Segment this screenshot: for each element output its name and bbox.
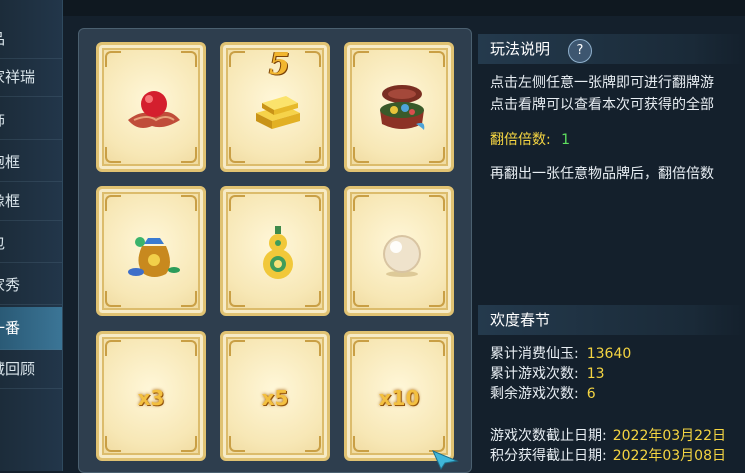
- remaining-value: 6: [586, 386, 596, 402]
- rules-line-2: 点击看牌可以查看本次可获得的全部: [490, 97, 714, 113]
- remaining-row: 剩余游戏次数: 6: [490, 383, 596, 403]
- multiplier-label: x10: [378, 386, 420, 410]
- card-board: 5 x3 x5 x10: [78, 28, 472, 473]
- card-gourd[interactable]: [220, 186, 330, 316]
- sidebar-item-active[interactable]: 一番: [0, 307, 62, 350]
- multiplier-label: x3: [137, 386, 165, 410]
- card-red-gem[interactable]: [96, 42, 206, 172]
- event-title: 欢度春节: [490, 311, 551, 329]
- sidebar: 品 家祥瑞 饰 跑框 像框 包 家秀 一番 藏回顾: [0, 0, 63, 471]
- sidebar-item-2[interactable]: 家祥瑞: [0, 58, 62, 97]
- spent-row: 累计消费仙玉: 13640: [490, 343, 631, 363]
- play-deadline-row: 游戏次数截止日期: 2022年03月22日: [490, 425, 726, 445]
- card-money-bag[interactable]: [96, 186, 206, 316]
- gold-ingots-icon: [256, 96, 300, 129]
- card-pearl[interactable]: [344, 186, 454, 316]
- sidebar-item-9[interactable]: 藏回顾: [0, 350, 62, 389]
- money-bag-icon: [128, 237, 180, 277]
- score-deadline-row: 积分获得截止日期: 2022年03月08日: [490, 445, 726, 465]
- info-panel: 玩法说明 ? 点击左侧任意一张牌即可进行翻牌游 点击看牌可以查看本次可获得的全部…: [478, 28, 745, 471]
- spent-label: 累计消费仙玉:: [490, 346, 579, 362]
- card-treasure-box[interactable]: [344, 42, 454, 172]
- rules-line-3: 再翻出一张任意物品牌后，翻倍倍数: [490, 166, 714, 182]
- card-gold-ingots[interactable]: 5: [220, 42, 330, 172]
- multiplier-row: 翻倍倍数: 1: [490, 129, 570, 149]
- sidebar-item-6[interactable]: 包: [0, 224, 62, 263]
- play-deadline-label: 游戏次数截止日期:: [490, 428, 607, 444]
- score-deadline-value: 2022年03月08日: [612, 448, 726, 464]
- treasure-box-icon: [380, 85, 425, 130]
- sidebar-item-1[interactable]: 品: [0, 20, 62, 59]
- cursor-arrow-icon: [432, 450, 459, 471]
- sidebar-item-4[interactable]: 跑框: [0, 143, 62, 182]
- rules-line-1: 点击左侧任意一张牌即可进行翻牌游: [490, 75, 714, 91]
- red-gem-on-cloth-icon: [128, 91, 180, 128]
- plays-value: 13: [586, 366, 605, 382]
- card-multiplier-10[interactable]: x10: [344, 331, 454, 461]
- score-deadline-label: 积分获得截止日期:: [490, 448, 607, 464]
- sidebar-item-3[interactable]: 饰: [0, 101, 62, 140]
- card-multiplier-5[interactable]: x5: [220, 331, 330, 461]
- remaining-label: 剩余游戏次数:: [490, 386, 579, 402]
- multiplier-label: 翻倍倍数:: [490, 132, 551, 148]
- play-deadline-value: 2022年03月22日: [612, 428, 726, 444]
- plays-label: 累计游戏次数:: [490, 366, 579, 382]
- item-count-badge: 5: [269, 47, 290, 82]
- rules-header: 玩法说明 ?: [478, 34, 745, 64]
- multiplier-label: x5: [261, 386, 289, 410]
- multiplier-value: 1: [561, 132, 571, 148]
- sidebar-item-7[interactable]: 家秀: [0, 266, 62, 305]
- top-bar: [62, 0, 745, 16]
- plays-row: 累计游戏次数: 13: [490, 363, 605, 383]
- gourd-icon: [263, 226, 293, 279]
- event-header: 欢度春节: [478, 305, 745, 335]
- card-multiplier-3[interactable]: x3: [96, 331, 206, 461]
- spent-value: 13640: [586, 346, 632, 362]
- help-button[interactable]: ?: [568, 39, 592, 63]
- sidebar-item-5[interactable]: 像框: [0, 182, 62, 221]
- pearl-icon: [383, 235, 421, 277]
- rules-title: 玩法说明: [490, 40, 551, 58]
